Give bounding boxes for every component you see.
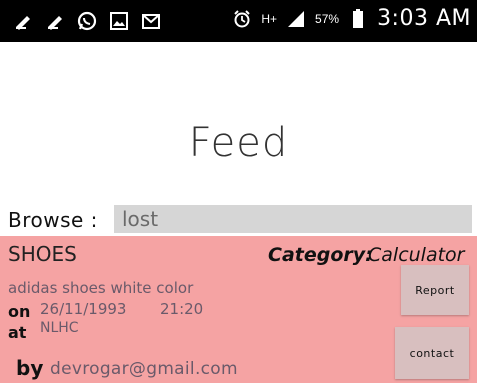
item-time: 21:20	[160, 300, 204, 318]
item-name: SHOES	[8, 242, 77, 266]
clock-time: 3:03 AM	[377, 6, 471, 31]
whatsapp-icon	[76, 10, 98, 32]
page-title: Feed	[188, 120, 289, 166]
item-email: devrogar@gmail.com	[50, 359, 238, 379]
battery-icon	[347, 8, 369, 30]
browse-search-input[interactable]	[114, 205, 472, 233]
notification-icons	[12, 10, 162, 32]
signal-icon	[285, 8, 307, 30]
image-icon	[108, 10, 130, 32]
browse-row: Browse :	[8, 205, 472, 235]
by-label: by	[16, 356, 44, 380]
item-description: adidas shoes white color	[8, 279, 194, 297]
item-date: 26/11/1993	[40, 300, 127, 318]
usb-icon	[12, 10, 34, 32]
usb-icon	[44, 10, 66, 32]
contact-button[interactable]: contact	[395, 327, 469, 379]
category-value: Calculator	[368, 244, 465, 266]
network-type-label: H+	[261, 11, 278, 26]
category-label: Category:	[268, 244, 373, 266]
status-bar: H+ 57% 3:03 AM	[0, 0, 477, 42]
at-label: at	[8, 323, 27, 342]
system-indicators: H+ 57% 3:03 AM	[231, 6, 471, 31]
report-button[interactable]: Report	[401, 265, 469, 315]
gmail-icon	[140, 10, 162, 32]
on-label: on	[8, 302, 31, 321]
item-place: NLHC	[40, 320, 79, 336]
battery-percent: 57%	[315, 11, 340, 26]
browse-label: Browse :	[8, 208, 98, 232]
alarm-icon	[231, 8, 253, 30]
